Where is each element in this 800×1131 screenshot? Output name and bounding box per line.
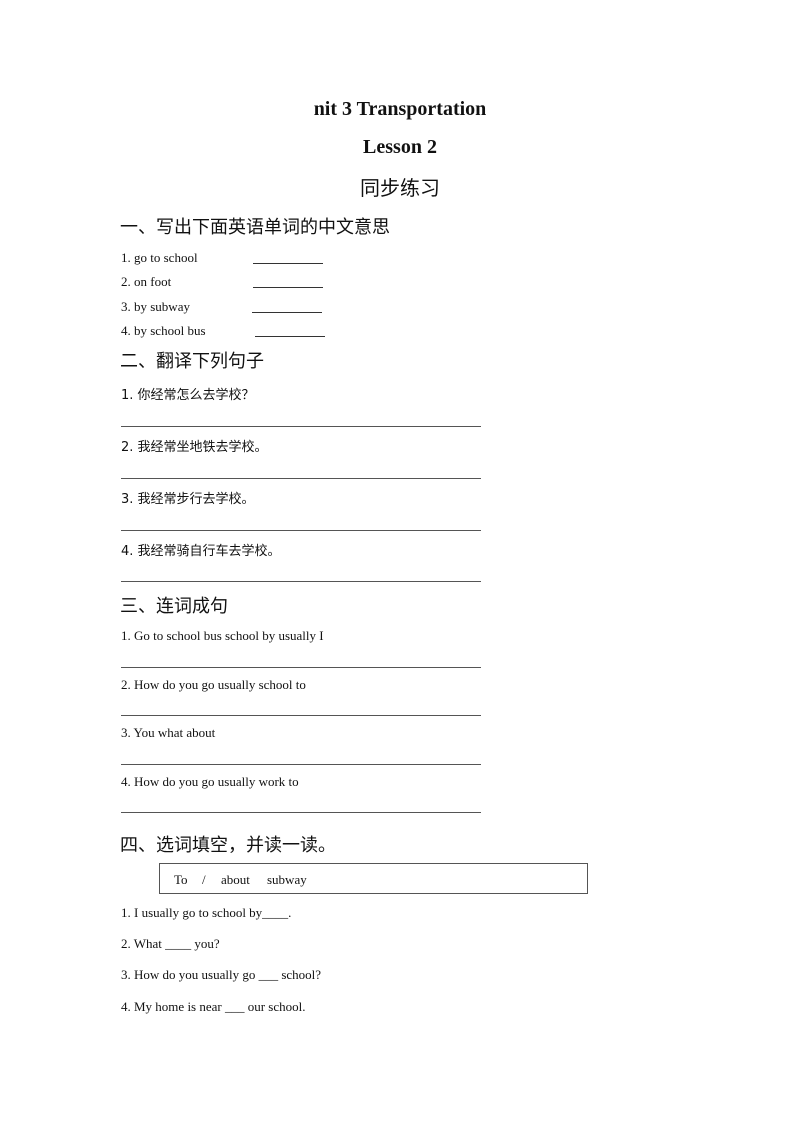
translation-item: 4. 我经常骑自行车去学校。 [121, 544, 281, 559]
word-bank-word: subway [267, 872, 307, 887]
fill-blank-item: 3. How do you usually go ___ school? [121, 967, 322, 982]
exercise-subtitle: 同步练习 [360, 176, 440, 200]
answer-line[interactable] [121, 764, 481, 765]
translation-item: 1. 你经常怎么去学校？ [121, 388, 255, 403]
translation-item: 3. 我经常步行去学校。 [121, 492, 255, 507]
answer-line[interactable] [121, 667, 481, 668]
fill-blank-item: 1. I usually go to school by____. [121, 905, 292, 920]
vocab-item: 1. go to school [121, 250, 198, 265]
reorder-item: 4. How do you go usually work to [121, 774, 299, 789]
answer-blank[interactable] [255, 336, 325, 337]
answer-line[interactable] [121, 812, 481, 813]
answer-line[interactable] [121, 426, 481, 427]
answer-line[interactable] [121, 530, 481, 531]
reorder-item: 1. Go to school bus school by usually I [121, 628, 324, 643]
word-bank-word: about [221, 872, 250, 887]
vocab-item: 3. by subway [121, 299, 190, 314]
word-bank: To / about subway [159, 863, 588, 894]
word-bank-word: To [174, 872, 188, 887]
answer-blank[interactable] [253, 263, 323, 264]
reorder-item: 2. How do you go usually school to [121, 677, 306, 692]
fill-blank-item: 2. What ____ you? [121, 936, 220, 951]
section1-heading: 一、写出下面英语单词的中文意思 [120, 217, 390, 238]
translation-item: 2. 我经常坐地铁去学校。 [121, 440, 268, 455]
word-bank-separator: / [202, 872, 206, 887]
vocab-item: 4. by school bus [121, 323, 206, 338]
answer-line[interactable] [121, 715, 481, 716]
lesson-title: Lesson 2 [363, 136, 437, 158]
vocab-item: 2. on foot [121, 274, 172, 289]
section4-heading: 四、选词填空，并读一读。 [120, 835, 336, 856]
answer-line[interactable] [121, 581, 481, 582]
reorder-item: 3. You what about [121, 725, 216, 740]
section2-heading: 二、翻译下列句子 [120, 351, 264, 372]
document-title: nit 3 Transportation [313, 98, 487, 120]
fill-blank-item: 4. My home is near ___ our school. [121, 999, 306, 1014]
answer-line[interactable] [121, 478, 481, 479]
section3-heading: 三、连词成句 [120, 596, 228, 617]
answer-blank[interactable] [252, 312, 322, 313]
answer-blank[interactable] [253, 287, 323, 288]
